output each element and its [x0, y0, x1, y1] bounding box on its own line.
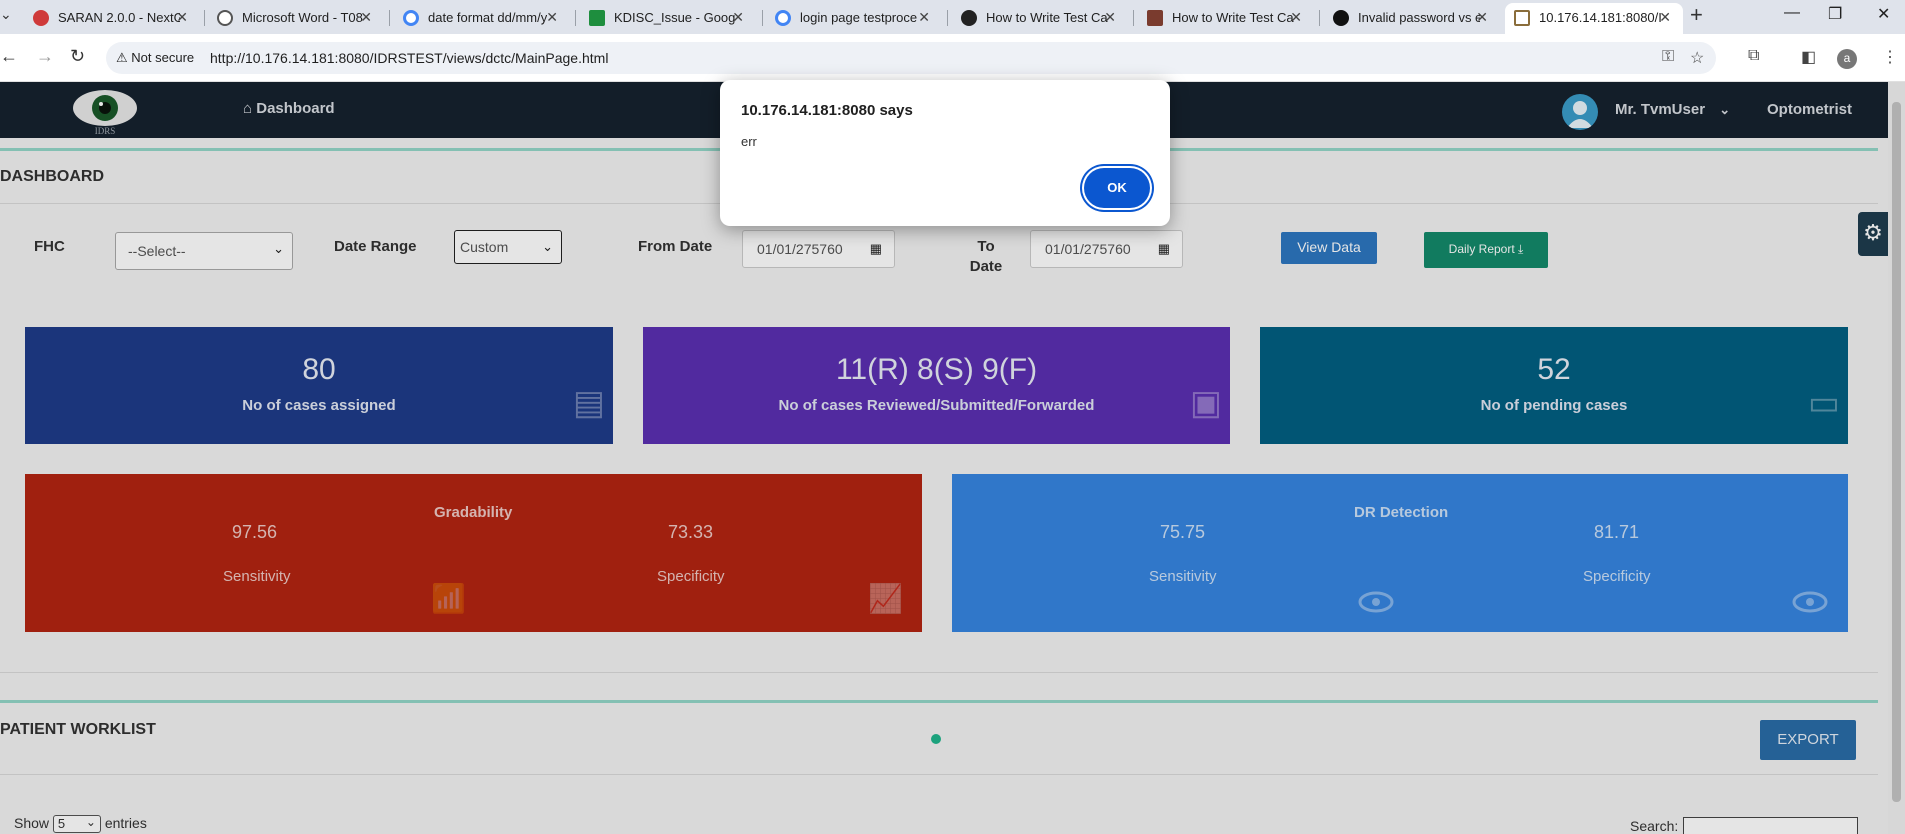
site-icon [1333, 10, 1349, 26]
browser-tab-8[interactable]: Invalid password vs e ✕ [1324, 3, 1500, 34]
browser-tab-5[interactable]: login page testproce ✕ [766, 3, 942, 34]
close-tab-icon[interactable]: ✕ [732, 3, 744, 32]
google-icon [403, 10, 419, 26]
tab-title: 10.176.14.181:8080/ID [1539, 10, 1661, 25]
site-icon [1147, 10, 1163, 26]
tab-title: How to Write Test Ca [1172, 10, 1294, 25]
browser-tab-3[interactable]: date format dd/mm/y ✕ [394, 3, 570, 34]
close-window-icon[interactable]: ✕ [1877, 4, 1890, 24]
browser-tab-active[interactable]: 10.176.14.181:8080/ID ✕ [1505, 3, 1683, 34]
tab-title: date format dd/mm/y [428, 10, 548, 25]
restore-icon[interactable]: ❐ [1828, 4, 1842, 24]
tab-title: KDISC_Issue - Google [614, 10, 736, 25]
forward-arrow-icon[interactable]: → [36, 46, 54, 67]
omnibox[interactable]: ⚠ Not secure http://10.176.14.181:8080/I… [106, 42, 1716, 74]
tab-title: How to Write Test Ca [986, 10, 1108, 25]
alert-message: err [741, 134, 757, 149]
tab-title: SARAN 2.0.0 - NextGe [58, 10, 180, 25]
security-label: Not secure [131, 50, 195, 65]
close-tab-icon[interactable]: ✕ [918, 3, 930, 32]
password-key-icon[interactable]: ⚿ [1662, 48, 1674, 66]
close-tab-icon[interactable]: ✕ [1104, 3, 1116, 32]
globe-icon [217, 10, 233, 26]
back-arrow-icon[interactable]: ← [0, 46, 18, 67]
tab-title: Invalid password vs e [1358, 10, 1480, 25]
close-tab-icon[interactable]: ✕ [546, 3, 558, 32]
side-panel-icon[interactable]: ◧ [1801, 47, 1816, 67]
browser-menu-icon[interactable]: ⋮ [1882, 47, 1898, 67]
close-tab-icon[interactable]: ✕ [360, 3, 372, 32]
close-tab-icon[interactable]: ✕ [176, 3, 188, 32]
not-secure-indicator[interactable]: ⚠ Not secure [116, 50, 194, 66]
close-tab-icon[interactable]: ✕ [1290, 3, 1302, 32]
close-tab-icon[interactable]: ✕ [1476, 3, 1488, 32]
alert-title: 10.176.14.181:8080 says [741, 102, 913, 119]
alert-ok-button[interactable]: OK [1084, 168, 1150, 208]
warning-triangle-icon: ⚠ [116, 50, 128, 65]
browser-tab-1[interactable]: SARAN 2.0.0 - NextGe ✕ [24, 3, 200, 34]
browser-tab-7[interactable]: How to Write Test Ca ✕ [1138, 3, 1314, 34]
tab-search-chevron-icon[interactable]: ⌄ [0, 6, 12, 23]
extensions-puzzle-icon[interactable]: ⧉ [1748, 47, 1759, 65]
browser-tab-6[interactable]: How to Write Test Ca ✕ [952, 3, 1128, 34]
url-text[interactable]: http://10.176.14.181:8080/IDRSTEST/views… [210, 50, 608, 66]
jira-icon [33, 10, 49, 26]
alert-dialog: 10.176.14.181:8080 says err OK [720, 80, 1170, 226]
browser-address-bar: ← → ↻ ⚠ Not secure http://10.176.14.181:… [0, 34, 1905, 82]
page-icon [1514, 10, 1530, 26]
google-icon [775, 10, 791, 26]
tab-title: login page testproce [800, 10, 918, 25]
tab-title: Microsoft Word - T08 [242, 10, 363, 25]
minimize-icon[interactable]: — [1784, 4, 1800, 22]
profile-avatar[interactable]: a [1837, 49, 1857, 69]
sheets-icon [589, 10, 605, 26]
browser-tab-2[interactable]: Microsoft Word - T08 ✕ [208, 3, 384, 34]
close-tab-icon[interactable]: ✕ [1659, 3, 1671, 32]
browser-tab-bar: ⌄ SARAN 2.0.0 - NextGe ✕ Microsoft Word … [0, 0, 1905, 34]
site-icon [961, 10, 977, 26]
reload-icon[interactable]: ↻ [70, 46, 85, 67]
bookmark-star-icon[interactable]: ☆ [1690, 48, 1704, 68]
browser-tab-4[interactable]: KDISC_Issue - Google ✕ [580, 3, 756, 34]
new-tab-plus-icon[interactable]: + [1690, 2, 1703, 28]
